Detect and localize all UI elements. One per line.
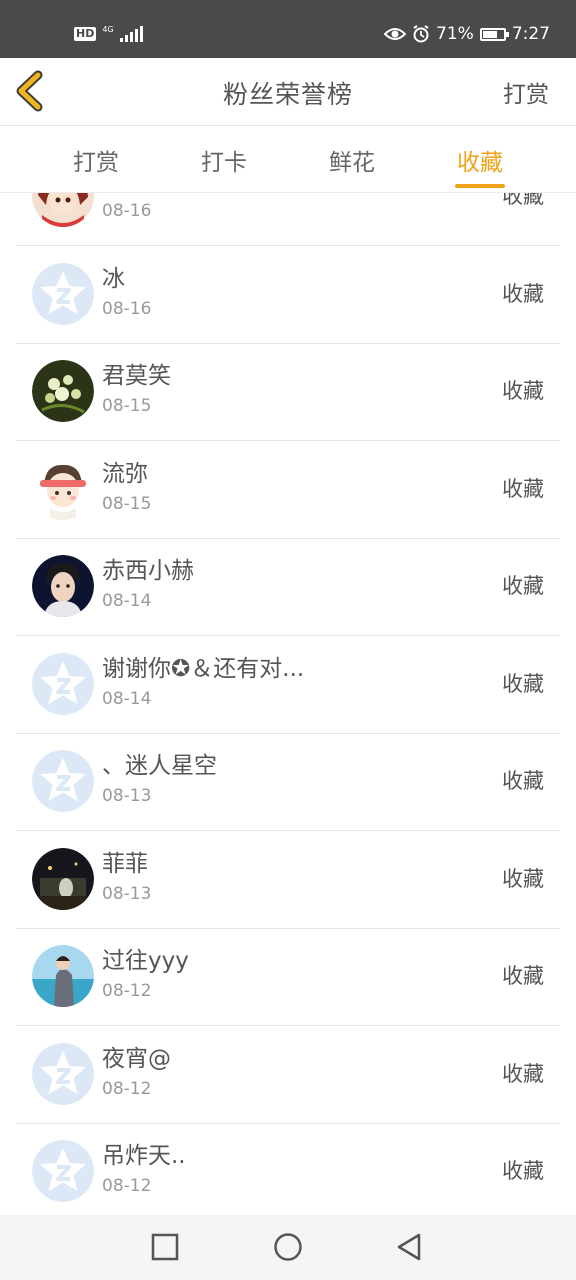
tab-flowers[interactable]: 鲜花: [307, 143, 397, 177]
list-item[interactable]: 过往yyy 08-12 收藏: [16, 928, 560, 1026]
anime-girl-avatar-icon: [32, 193, 94, 227]
back-triangle-icon: [397, 1233, 421, 1261]
user-name: 谢谢你✪＆还有对...: [102, 655, 305, 682]
list-item[interactable]: 冰 08-16 收藏: [16, 246, 560, 344]
list-item[interactable]: 夜宵@ 08-12 收藏: [16, 1026, 560, 1124]
date-label: 08-12: [102, 1078, 152, 1099]
night-photo-avatar-icon: [32, 847, 94, 910]
action-label: 收藏: [502, 193, 544, 208]
action-label: 收藏: [502, 1061, 544, 1086]
action-label: 收藏: [502, 574, 544, 598]
date-label: 08-16: [102, 298, 152, 319]
action-label: 收藏: [502, 379, 544, 403]
list-item[interactable]: 赤西小赫 08-14 收藏: [16, 538, 560, 636]
action-label: 收藏: [502, 964, 544, 988]
list-item[interactable]: 菲菲 08-13 收藏: [16, 831, 560, 929]
list-item[interactable]: 谢谢你✪＆还有对... 08-14 收藏: [16, 636, 560, 734]
default-star-avatar-icon: [32, 652, 94, 715]
eye-icon: [384, 28, 407, 40]
status-left: HD 4G: [74, 22, 143, 46]
user-name: 、迷人星空: [102, 753, 217, 779]
battery-fill: [482, 30, 497, 38]
tab-favorites[interactable]: 收藏: [435, 143, 525, 188]
list-item[interactable]: 吊炸天.. 08-12 收藏: [16, 1123, 560, 1215]
user-name: 过往yyy: [102, 948, 189, 974]
avatar[interactable]: [32, 457, 94, 520]
cartoon-avatar-icon: [32, 457, 94, 520]
user-name: 夜宵@: [102, 1045, 171, 1072]
user-name: 灿小麦: [102, 193, 171, 195]
date-label: 08-13: [102, 883, 152, 904]
fan-list[interactable]: 灿小麦08-16收藏冰08-16收藏君莫笑08-15收藏流弥08-15收藏赤西小…: [0, 193, 576, 1215]
tab-label: 打卡: [201, 150, 247, 176]
tab-reward[interactable]: 打赏: [51, 143, 141, 177]
user-name: 赤西小赫: [102, 558, 194, 584]
back-nav-button[interactable]: [394, 1231, 426, 1263]
user-name: 吊炸天..: [102, 1143, 186, 1169]
user-name: 君莫笑: [102, 363, 171, 389]
tab-label: 收藏: [457, 150, 503, 176]
page-title: 粉丝荣誉榜: [222, 80, 353, 109]
tab-label: 鲜花: [329, 150, 375, 176]
date-label: 08-15: [102, 396, 152, 416]
avatar[interactable]: [32, 360, 94, 422]
date-label: 08-13: [102, 786, 152, 806]
tab-bar: 打赏 打卡 鲜花 收藏: [0, 126, 576, 193]
system-nav-bar: [0, 1215, 576, 1280]
alarm-icon: [413, 25, 429, 43]
home-button[interactable]: [272, 1231, 304, 1263]
avatar[interactable]: [32, 555, 94, 617]
action-label: 收藏: [502, 671, 544, 696]
home-circle-icon: [274, 1233, 302, 1261]
list-item[interactable]: 灿小麦 08-16 收藏: [16, 193, 560, 246]
default-star-avatar-icon: [32, 262, 94, 325]
clock: 7:27: [511, 24, 550, 44]
avatar[interactable]: [32, 193, 94, 227]
action-label: 收藏: [502, 1159, 544, 1183]
flower-avatar-icon: [32, 360, 94, 422]
tab-checkin[interactable]: 打卡: [179, 143, 269, 177]
battery-icon: [479, 27, 509, 41]
recents-button[interactable]: [149, 1231, 181, 1263]
signal-icon: [119, 26, 143, 42]
person-avatar-icon: [32, 555, 94, 617]
list-item[interactable]: 、迷人星空 08-13 收藏: [16, 733, 560, 831]
default-star-avatar-icon: [32, 750, 94, 812]
list-item[interactable]: 流弥 08-15 收藏: [16, 441, 560, 539]
action-label: 收藏: [502, 769, 544, 793]
list-item[interactable]: 君莫笑 08-15 收藏: [16, 343, 560, 441]
avatar[interactable]: [32, 1140, 94, 1202]
user-name: 菲菲: [102, 850, 148, 877]
user-name: 流弥: [102, 460, 148, 487]
action-label: 收藏: [502, 281, 544, 306]
action-label: 收藏: [502, 476, 544, 501]
default-star-avatar-icon: [32, 1042, 94, 1105]
tab-label: 打赏: [73, 150, 119, 176]
status-right: 71% 7:27: [384, 20, 550, 48]
date-label: 08-12: [102, 1176, 152, 1196]
active-tab-indicator: [455, 184, 505, 188]
battery-percent: 71%: [436, 24, 474, 44]
recents-square-icon: [151, 1233, 179, 1261]
avatar[interactable]: [32, 262, 94, 325]
avatar[interactable]: [32, 750, 94, 812]
avatar[interactable]: [32, 847, 94, 910]
date-label: 08-14: [102, 591, 152, 611]
app-header: 粉丝荣誉榜 打赏: [0, 58, 576, 126]
status-bar: HD 4G 71% 7:27: [0, 0, 576, 58]
network-type: 4G: [102, 24, 114, 34]
date-label: 08-14: [102, 688, 152, 709]
reward-button[interactable]: 打赏: [503, 75, 549, 109]
avatar[interactable]: [32, 1042, 94, 1105]
avatar[interactable]: [32, 652, 94, 715]
date-label: 08-12: [102, 981, 152, 1001]
default-star-avatar-icon: [32, 1140, 94, 1202]
beach-photo-avatar-icon: [32, 945, 94, 1007]
user-name: 冰: [102, 265, 125, 292]
avatar[interactable]: [32, 945, 94, 1007]
date-label: 08-15: [102, 493, 152, 514]
hd-badge: HD: [74, 27, 97, 41]
action-label: 收藏: [502, 866, 544, 891]
date-label: 08-16: [102, 201, 152, 221]
